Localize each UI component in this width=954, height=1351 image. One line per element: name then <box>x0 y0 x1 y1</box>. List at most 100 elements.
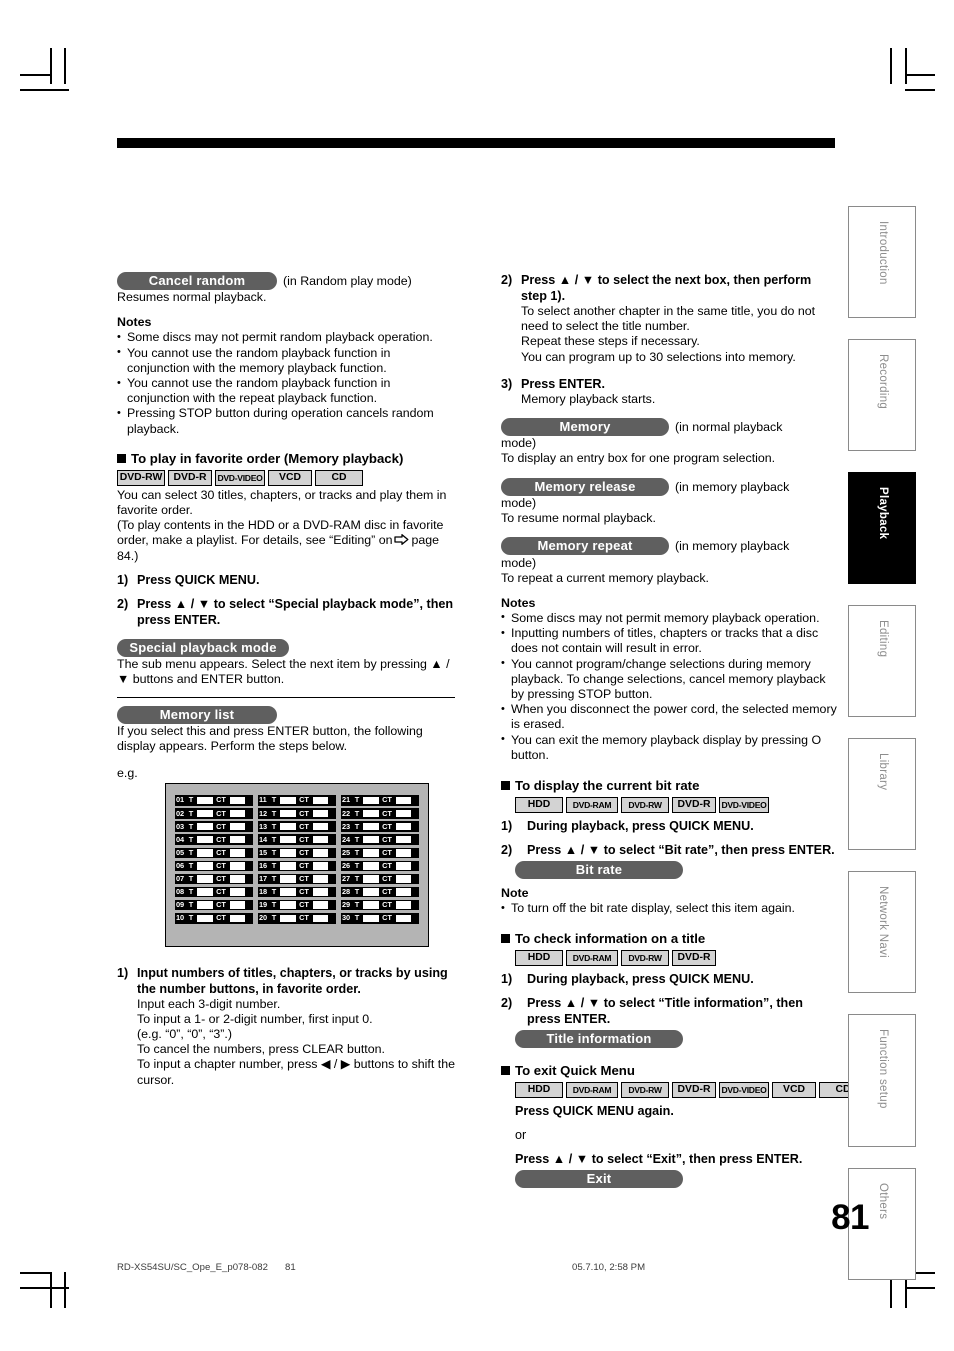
side-tab-editing[interactable]: Editing <box>848 605 916 717</box>
memory-list-title-input[interactable] <box>196 796 213 805</box>
memory-list-row[interactable]: 19 T CT <box>258 899 336 911</box>
memory-list-chapter-input[interactable] <box>229 809 245 818</box>
memory-list-row[interactable]: 02 T CT <box>175 808 253 819</box>
memory-list-title-input[interactable] <box>196 809 213 818</box>
side-tab-playback[interactable]: Playback <box>848 472 916 584</box>
memory-list-chapter-input[interactable] <box>395 862 411 870</box>
memory-list-chapter-input[interactable] <box>395 914 411 922</box>
side-tab-network-navi[interactable]: Network Navi <box>848 871 916 993</box>
memory-list-row[interactable]: 08 T CT <box>175 886 253 898</box>
memory-list-title-input[interactable] <box>196 849 213 857</box>
memory-list-row[interactable]: 30 T CT <box>341 913 419 924</box>
memory-list-row[interactable]: 11 T CT <box>258 795 336 806</box>
memory-list-title-input[interactable] <box>196 862 213 870</box>
memory-list-row[interactable]: 18 T CT <box>258 886 336 898</box>
memory-list-title-input[interactable] <box>362 875 379 883</box>
memory-list-title-input[interactable] <box>362 888 379 896</box>
memory-list-row[interactable]: 01 T CT <box>175 795 253 806</box>
memory-list-title-input[interactable] <box>196 914 213 922</box>
memory-list-row[interactable]: 26 T CT <box>341 860 419 872</box>
memory-list-title-input[interactable] <box>279 888 296 896</box>
memory-list-row[interactable]: 13 T CT <box>258 821 336 832</box>
memory-list-row[interactable]: 12 T CT <box>258 808 336 819</box>
memory-list-title-input[interactable] <box>362 796 379 805</box>
memory-list-title-input[interactable] <box>362 862 379 870</box>
memory-list-title-input[interactable] <box>279 835 296 844</box>
memory-step-2: 2) Press ▲ / ▼ to select the next box, th… <box>501 272 839 365</box>
memory-input-sub-2: To input a 1- or 2-digit number, first i… <box>137 1011 373 1026</box>
memory-list-row[interactable]: 17 T CT <box>258 873 336 885</box>
memory-list-title-input[interactable] <box>362 901 379 909</box>
memory-list-chapter-input[interactable] <box>229 796 245 805</box>
memory-list-title-input[interactable] <box>362 849 379 857</box>
side-tab-recording[interactable]: Recording <box>848 339 916 451</box>
memory-list-title-input[interactable] <box>362 809 379 818</box>
memory-list-title-input[interactable] <box>279 849 296 857</box>
memory-list-title-input[interactable] <box>196 901 213 909</box>
memory-list-chapter-input[interactable] <box>395 809 411 818</box>
memory-list-title-input[interactable] <box>196 835 213 844</box>
memory-list-row[interactable]: 24 T CT <box>341 834 419 845</box>
memory-list-chapter-input[interactable] <box>312 796 328 805</box>
memory-list-row[interactable]: 04 T CT <box>175 834 253 845</box>
memory-list-chapter-input[interactable] <box>229 914 245 922</box>
memory-list-title-input[interactable] <box>196 875 213 883</box>
memory-list-row[interactable]: 25 T CT <box>341 847 419 859</box>
memory-list-row[interactable]: 10 T CT <box>175 913 253 924</box>
memory-list-row[interactable]: 06 T CT <box>175 860 253 872</box>
memory-list-title-input[interactable] <box>279 822 296 831</box>
memory-list-chapter-input[interactable] <box>395 875 411 883</box>
memory-list-chapter-input[interactable] <box>229 901 245 909</box>
memory-list-title-input[interactable] <box>279 862 296 870</box>
memory-list-row[interactable]: 15 T CT <box>258 847 336 859</box>
memory-list-row[interactable]: 27 T CT <box>341 873 419 885</box>
memory-list-row[interactable]: 14 T CT <box>258 834 336 845</box>
memory-list-chapter-input[interactable] <box>229 835 245 844</box>
memory-list-row[interactable]: 21 T CT <box>341 795 419 806</box>
memory-list-row[interactable]: 20 T CT <box>258 913 336 924</box>
side-tab-introduction[interactable]: Introduction <box>848 206 916 318</box>
side-tab-function-setup[interactable]: Function setup <box>848 1014 916 1147</box>
memory-list-chapter-input[interactable] <box>229 849 245 857</box>
memory-list-chapter-input[interactable] <box>395 849 411 857</box>
memory-list-chapter-input[interactable] <box>312 901 328 909</box>
memory-list-title-input[interactable] <box>279 809 296 818</box>
memory-list-title-input[interactable] <box>196 888 213 896</box>
memory-list-title-input[interactable] <box>362 822 379 831</box>
memory-list-chapter-input[interactable] <box>395 835 411 844</box>
memory-list-title-input[interactable] <box>279 875 296 883</box>
memory-list-chapter-input[interactable] <box>229 888 245 896</box>
memory-list-row[interactable]: 03 T CT <box>175 821 253 832</box>
memory-list-chapter-input[interactable] <box>312 849 328 857</box>
memory-list-chapter-input[interactable] <box>395 796 411 805</box>
memory-list-title-input[interactable] <box>362 914 379 922</box>
memory-list-row[interactable]: 09 T CT <box>175 899 253 911</box>
memory-list-row[interactable]: 28 T CT <box>341 886 419 898</box>
memory-list-chapter-input[interactable] <box>312 888 328 896</box>
memory-list-row[interactable]: 16 T CT <box>258 860 336 872</box>
memory-list-chapter-input[interactable] <box>395 901 411 909</box>
memory-list-row[interactable]: 05 T CT <box>175 847 253 859</box>
memory-list-chapter-input[interactable] <box>395 822 411 831</box>
memory-list-row[interactable]: 22 T CT <box>341 808 419 819</box>
memory-list-title-input[interactable] <box>279 914 296 922</box>
memory-list-chapter-input[interactable] <box>395 888 411 896</box>
memory-list-chapter-input[interactable] <box>312 822 328 831</box>
memory-list-title-input[interactable] <box>362 835 379 844</box>
memory-list-row[interactable]: 23 T CT <box>341 821 419 832</box>
memory-list-row[interactable]: 07 T CT <box>175 873 253 885</box>
memory-list-chapter-input[interactable] <box>312 835 328 844</box>
memory-list-chapter-input[interactable] <box>229 862 245 870</box>
memory-list-chapter-input[interactable] <box>312 914 328 922</box>
memory-list-chapter-input[interactable] <box>229 875 245 883</box>
side-tab-label: Library <box>877 753 889 791</box>
memory-list-title-input[interactable] <box>279 796 296 805</box>
memory-list-chapter-input[interactable] <box>312 862 328 870</box>
memory-list-title-input[interactable] <box>196 822 213 831</box>
memory-list-chapter-input[interactable] <box>229 822 245 831</box>
memory-list-chapter-input[interactable] <box>312 809 328 818</box>
memory-list-chapter-input[interactable] <box>312 875 328 883</box>
memory-list-title-input[interactable] <box>279 901 296 909</box>
memory-list-row[interactable]: 29 T CT <box>341 899 419 911</box>
side-tab-library[interactable]: Library <box>848 738 916 850</box>
